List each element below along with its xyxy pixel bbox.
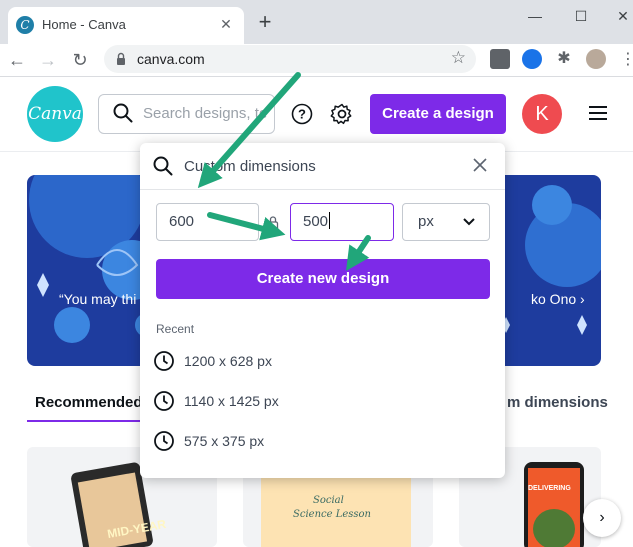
window-close-button[interactable]: ✕ — [613, 6, 633, 26]
svg-text:?: ? — [298, 107, 306, 122]
divider — [140, 189, 505, 190]
back-arrow-icon[interactable]: ← — [5, 48, 29, 72]
recent-heading: Recent — [156, 322, 195, 336]
url-text: canva.com — [137, 51, 205, 67]
tab-close-icon[interactable]: ✕ — [216, 14, 236, 34]
new-tab-button[interactable]: + — [253, 10, 277, 34]
gear-icon[interactable] — [330, 102, 354, 126]
clock-icon — [154, 351, 174, 371]
browser-toolbar: ← → ↻ canva.com ☆ ✱ ⋮ — [0, 44, 633, 77]
tab-active-indicator — [27, 420, 140, 422]
panel-search-input[interactable]: Custom dimensions — [184, 158, 316, 175]
forward-arrow-icon[interactable]: → — [36, 48, 60, 72]
hamburger-menu-icon[interactable] — [589, 105, 607, 121]
height-input[interactable]: 500 — [290, 203, 394, 241]
recent-item[interactable]: 1200 x 628 px — [153, 349, 493, 373]
reload-icon[interactable]: ↻ — [68, 48, 92, 72]
browser-menu-icon[interactable]: ⋮ — [620, 49, 633, 69]
search-placeholder: Search designs, te — [143, 105, 268, 122]
lock-icon — [117, 52, 125, 65]
address-bar[interactable]: canva.com ☆ — [104, 45, 476, 73]
card-subtitle: Science Lesson — [293, 509, 371, 520]
clock-icon — [154, 431, 174, 451]
recent-item-label: 1200 x 628 px — [184, 353, 272, 369]
hero-quote: “You may thi — [59, 291, 137, 307]
unit-value: px — [418, 213, 434, 230]
chevron-down-icon — [463, 218, 475, 226]
card-title: DELIVERING — [528, 485, 571, 492]
browser-tab[interactable]: C Home - Canva ✕ — [8, 7, 244, 44]
canva-logo[interactable]: Canva — [27, 86, 83, 142]
browser-tab-strip: C Home - Canva ✕ + — ☐ ✕ — [0, 0, 633, 44]
tab-recommended[interactable]: Recommended — [35, 394, 143, 411]
hero-author-link[interactable]: ko Ono › — [531, 291, 585, 307]
width-value: 600 — [169, 213, 195, 230]
profile-avatar[interactable] — [586, 49, 606, 69]
canva-favicon-icon: C — [16, 16, 34, 34]
unit-select[interactable]: px — [402, 203, 490, 241]
width-input[interactable]: 600 — [156, 203, 259, 241]
food-image — [533, 509, 575, 547]
clock-icon — [154, 391, 174, 411]
search-icon — [153, 156, 173, 176]
text-caret — [329, 212, 331, 229]
custom-dimensions-panel: Custom dimensions 600 500 px Create new … — [140, 143, 505, 478]
lock-aspect-icon[interactable] — [267, 215, 279, 231]
card-title: Social — [313, 495, 344, 506]
create-new-design-button[interactable]: Create new design — [156, 259, 490, 299]
recent-item[interactable]: 1140 x 1425 px — [153, 389, 493, 413]
bookmark-star-icon[interactable]: ☆ — [451, 48, 466, 68]
recent-item-label: 1140 x 1425 px — [184, 393, 279, 409]
help-icon[interactable]: ? — [291, 103, 313, 125]
maximize-button[interactable]: ☐ — [571, 6, 591, 26]
height-value: 500 — [303, 213, 329, 230]
puzzle-extensions-icon[interactable]: ✱ — [554, 49, 574, 69]
close-icon[interactable] — [472, 157, 488, 173]
zoom-extension-icon[interactable] — [522, 49, 542, 69]
search-input[interactable]: Search designs, te — [98, 94, 275, 134]
phone-mockup — [524, 462, 584, 547]
user-avatar[interactable]: K — [522, 94, 562, 134]
recent-item-label: 575 x 375 px — [184, 433, 265, 449]
tab-custom-dimensions[interactable]: m dimensions — [507, 394, 608, 411]
minimize-button[interactable]: — — [525, 6, 545, 26]
canva-header: Canva Search designs, te ? Create a desi… — [0, 77, 633, 152]
extension-icon[interactable] — [490, 49, 510, 69]
carousel-next-button[interactable]: › — [583, 499, 621, 537]
create-a-design-button[interactable]: Create a design — [370, 94, 506, 134]
tab-title: Home - Canva — [42, 17, 126, 32]
recent-item[interactable]: 575 x 375 px — [153, 429, 493, 453]
search-icon — [113, 103, 133, 123]
